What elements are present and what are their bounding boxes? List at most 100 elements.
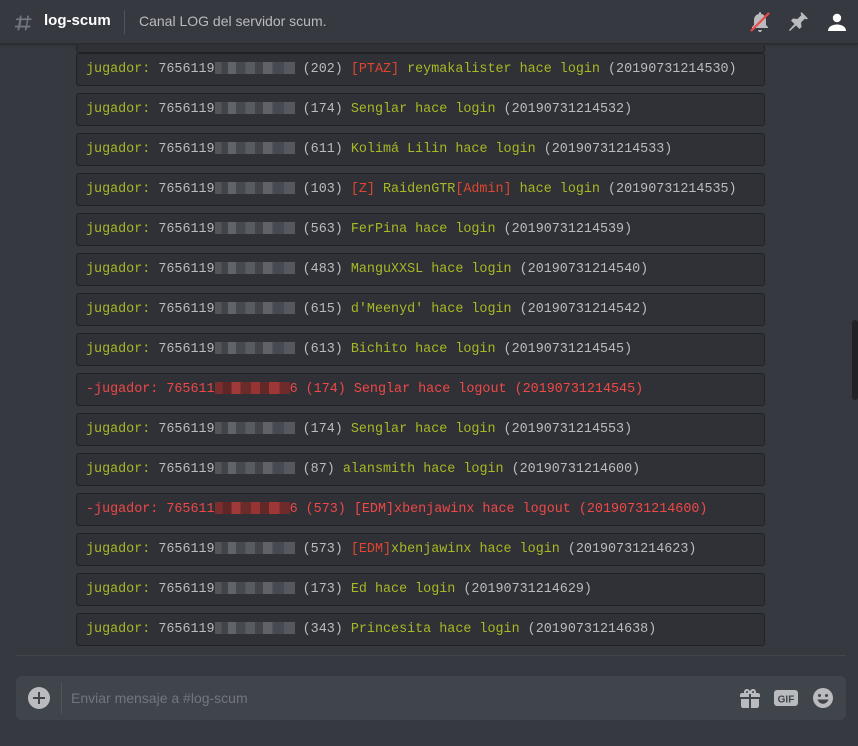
player-prefix: jugador: (86, 342, 151, 357)
player-number: (174) (294, 102, 343, 117)
player-prefix: jugador: (86, 462, 151, 477)
redacted-steam-id (214, 142, 295, 155)
redacted-steam-id (214, 582, 295, 595)
log-line-login: jugador: 7656119 (103) [Z] RaidenGTR[Adm… (76, 173, 765, 206)
log-line-login: jugador: 7656119 (611) Kolimá Lilin hace… (76, 133, 765, 166)
scrollbar-thumb[interactable] (852, 320, 858, 400)
login-action: hace login (511, 182, 600, 197)
timestamp: (20190731214545) (495, 342, 633, 357)
player-prefix: jugador: (86, 102, 151, 117)
redacted-steam-id (214, 62, 295, 75)
timestamp: (20190731214542) (511, 302, 649, 317)
player-prefix: jugador: (86, 262, 151, 277)
player-number: (173) (294, 582, 343, 597)
clan-tag: [EDM] (350, 542, 392, 557)
clan-tag: [Z] (350, 182, 375, 197)
player-number: (103) (294, 182, 343, 197)
login-action: hace login (407, 222, 496, 237)
emoji-icon[interactable] (811, 686, 835, 710)
player-name: alansmith (342, 462, 416, 477)
log-line-login: jugador: 7656119 (343) Princesita hace l… (76, 613, 765, 646)
log-line-login: jugador: 7656119 (174) Senglar hace logi… (76, 413, 765, 446)
channel-header: log-scum Canal LOG del servidor scum. (0, 0, 858, 44)
composer-separator (61, 682, 62, 714)
plus-circle-icon[interactable] (28, 687, 50, 709)
log-line-login: jugador: 7656119 (613) Bichito hace logi… (76, 333, 765, 366)
steam-id: 7656119 (150, 302, 215, 317)
player-number: (563) (294, 222, 343, 237)
player-number: (483) (294, 262, 343, 277)
clan-tag: [PTAZ] (350, 62, 400, 77)
timestamp: (20190731214553) (495, 422, 633, 437)
log-line-login: jugador: 7656119 (615) d'Meenyd' hace lo… (76, 293, 765, 326)
login-action: hace login (431, 622, 520, 637)
steam-id: 7656119 (150, 102, 215, 117)
timestamp: (20190731214623) (559, 542, 697, 557)
log-line-logout: -jugador: 765611 6 (573) [EDM]xbenjawinx … (76, 493, 765, 526)
player-prefix: jugador: (86, 182, 151, 197)
player-prefix: jugador: (86, 542, 151, 557)
player-prefix: jugador: (86, 622, 151, 637)
steam-id: 7656119 (150, 262, 215, 277)
log-line-partial (76, 45, 765, 53)
pin-icon[interactable] (786, 10, 810, 34)
log-line-login: jugador: 7656119 (87) alansmith hace log… (76, 453, 765, 486)
redacted-steam-id (214, 422, 295, 435)
bell-muted-icon[interactable] (748, 10, 772, 34)
player-number: (87) (294, 462, 335, 477)
timestamp: (20190731214535) (599, 182, 737, 197)
logout-details: 6 (573) [EDM]xbenjawinx hace logout (201… (289, 502, 708, 517)
log-line-logout: -jugador: 765611 6 (174) Senglar hace log… (76, 373, 765, 406)
redacted-steam-id (214, 462, 295, 475)
message-list[interactable]: jugador: 7656119 (202) [PTAZ] reymakalis… (0, 45, 846, 655)
message-input[interactable] (71, 683, 671, 713)
player-number: (174) (294, 422, 343, 437)
login-action: hace login (511, 62, 600, 77)
login-action: hace login (447, 142, 536, 157)
redacted-steam-id (214, 302, 295, 315)
log-line-login: jugador: 7656119 (483) ManguXXSL hace lo… (76, 253, 765, 286)
player-prefix: jugador: (86, 62, 151, 77)
timestamp: (20190731214629) (455, 582, 592, 597)
hash-icon (14, 15, 32, 31)
gift-icon[interactable] (738, 686, 762, 710)
gif-icon[interactable]: GIF (773, 686, 799, 710)
player-number: (343) (294, 622, 343, 637)
player-name: ManguXXSL (350, 262, 424, 277)
header-divider (124, 10, 125, 34)
timestamp: (20190731214600) (503, 462, 641, 477)
redacted-steam-id (214, 502, 290, 515)
player-prefix: jugador: (86, 422, 151, 437)
redacted-steam-id (214, 262, 295, 275)
timestamp: (20190731214638) (519, 622, 657, 637)
members-icon[interactable] (825, 10, 849, 34)
steam-id: 7656119 (150, 542, 215, 557)
player-prefix: jugador: (86, 142, 151, 157)
composer-divider (16, 655, 846, 656)
svg-text:GIF: GIF (778, 695, 795, 706)
player-number: (573) (294, 542, 343, 557)
player-number: (202) (294, 62, 343, 77)
player-name: Senglar (350, 422, 408, 437)
steam-id: 7656119 (150, 342, 215, 357)
redacted-steam-id (214, 222, 295, 235)
login-action: hace login (423, 302, 512, 317)
timestamp: (20190731214532) (495, 102, 633, 117)
redacted-steam-id (214, 622, 295, 635)
player-name: Bichito (350, 342, 408, 357)
player-name: Senglar (350, 102, 408, 117)
steam-id: 7656119 (150, 222, 215, 237)
player-name: FerPina (350, 222, 408, 237)
redacted-steam-id (214, 342, 295, 355)
login-action: hace login (366, 582, 456, 597)
